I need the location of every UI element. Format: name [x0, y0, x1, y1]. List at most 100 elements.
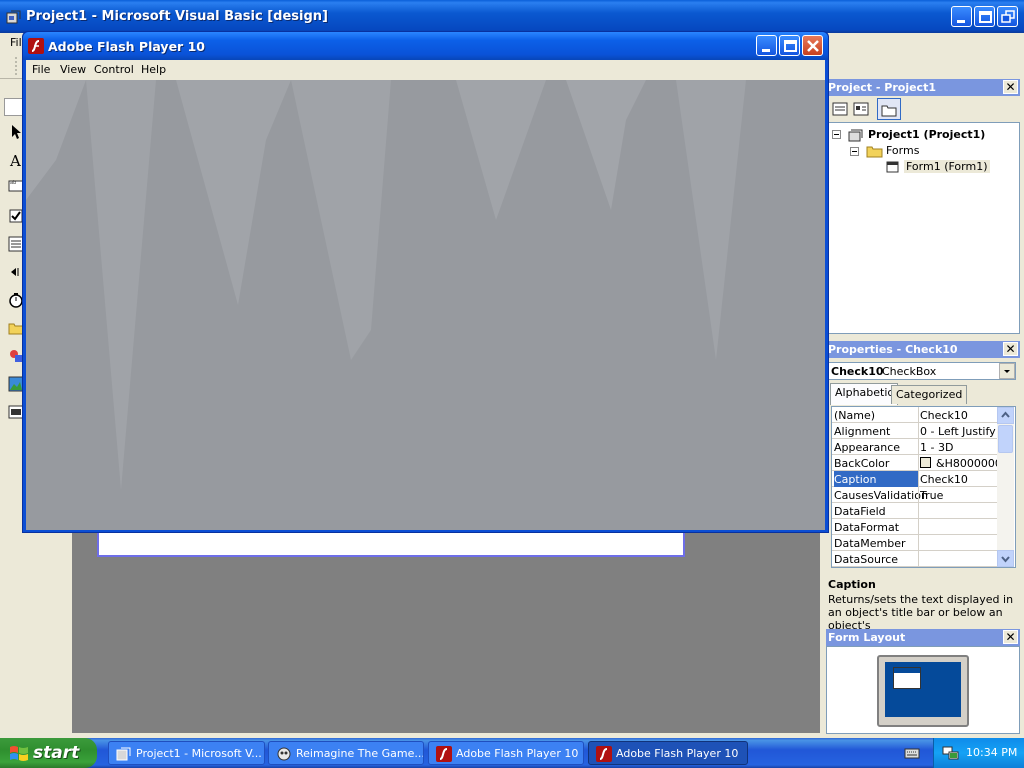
monitor-preview [877, 655, 969, 727]
property-separator [918, 439, 919, 455]
property-value[interactable]: 1 - 3D [920, 441, 998, 454]
vb-title-bar[interactable]: Project1 - Microsoft Visual Basic [desig… [0, 0, 1024, 33]
property-row[interactable]: Alignment 0 - Left Justify [832, 423, 998, 439]
flash-player-icon [28, 38, 44, 54]
property-row[interactable]: BackColor&H8000000F [832, 455, 998, 471]
arrow-down-icon [1001, 556, 1010, 563]
network-icon[interactable] [942, 745, 960, 761]
tree-project-root[interactable]: Project1 (Project1) [868, 128, 985, 141]
scroll-up-button[interactable] [997, 407, 1014, 424]
property-separator [918, 519, 919, 535]
object-selector-dropdown[interactable] [999, 363, 1015, 379]
object-type: CheckBox [882, 365, 937, 378]
task-label: Adobe Flash Player 10 [616, 747, 739, 760]
property-row[interactable]: CausesValidation True [832, 487, 998, 503]
property-row[interactable]: Appearance 1 - 3D [832, 439, 998, 455]
properties-scrollbar[interactable] [997, 407, 1014, 567]
property-row[interactable]: (Name) Check10 [832, 407, 998, 423]
scroll-down-button[interactable] [997, 550, 1014, 567]
task-label: Reimagine The Game.... [296, 747, 424, 760]
form1-layout-preview[interactable] [893, 667, 921, 689]
color-swatch [920, 457, 931, 468]
property-name: Appearance [834, 441, 901, 454]
property-value[interactable]: 0 - Left Justify [920, 425, 998, 438]
flash-minimize-button[interactable] [756, 35, 777, 56]
collapse-icon[interactable] [850, 147, 859, 156]
project-pane-close-button[interactable]: ✕ [1003, 80, 1018, 94]
property-row[interactable]: Caption Check10 [832, 471, 998, 487]
task-flash-player-1[interactable]: Adobe Flash Player 10 [428, 741, 584, 765]
property-value[interactable]: Check10 [920, 473, 998, 486]
tab-categorized[interactable]: Categorized [891, 385, 968, 404]
clock[interactable]: 10:34 PM [966, 746, 1017, 759]
flash-player-icon [436, 746, 452, 762]
property-row[interactable]: DataFormat [832, 519, 998, 535]
game-app-icon [277, 747, 291, 761]
restore-icon [1001, 10, 1015, 23]
property-name: (Name) [834, 409, 876, 422]
forms-folder-icon [866, 146, 883, 158]
property-name: DataField [834, 505, 886, 518]
property-separator [918, 487, 919, 503]
property-value[interactable]: &H8000000F [920, 457, 998, 470]
taskbar: start Project1 - Microsoft V... Reimagin… [0, 738, 1024, 768]
tree-forms-folder[interactable]: Forms [886, 144, 919, 157]
toolbar-grip-icon [15, 57, 17, 75]
property-value[interactable]: True [920, 489, 998, 502]
flash-menu-view[interactable]: View [60, 63, 86, 76]
form-layout-pane-close-button[interactable]: ✕ [1003, 630, 1018, 644]
start-button[interactable]: start [0, 738, 97, 768]
property-separator [918, 423, 919, 439]
view-object-icon[interactable] [853, 101, 869, 117]
flash-maximize-button[interactable] [779, 35, 800, 56]
flash-menu-help[interactable]: Help [141, 63, 166, 76]
monitor-screen [885, 662, 961, 717]
tab-alphabetic[interactable]: Alphabetic [830, 383, 899, 405]
collapse-icon[interactable] [832, 130, 841, 139]
task-vb-project[interactable]: Project1 - Microsoft V... [108, 741, 265, 765]
tree-form1[interactable]: Form1 (Form1) [904, 160, 990, 173]
arrow-up-icon [1001, 411, 1010, 418]
vb-minimize-button[interactable] [951, 6, 972, 27]
task-flash-player-2[interactable]: Adobe Flash Player 10 [588, 741, 748, 765]
folder-icon [881, 105, 897, 117]
property-value-text: &H8000000F [936, 457, 998, 470]
windows-logo-icon [10, 746, 28, 761]
property-separator [918, 407, 919, 423]
toggle-folders-button[interactable] [877, 98, 901, 120]
property-name: DataFormat [834, 521, 900, 534]
form-icon [886, 161, 899, 173]
scroll-thumb[interactable] [998, 425, 1013, 453]
flash-menu-file[interactable]: File [32, 63, 50, 76]
form-preview-titlebar [894, 668, 920, 673]
property-value[interactable]: Check10 [920, 409, 998, 422]
property-name: DataSource [834, 553, 899, 566]
maximize-icon [784, 40, 797, 52]
object-selector[interactable]: Check10 CheckBox [828, 362, 1016, 380]
svg-text:A: A [9, 152, 21, 168]
view-code-icon[interactable] [832, 101, 848, 117]
property-row[interactable]: DataField [832, 503, 998, 519]
task-reimagine-game[interactable]: Reimagine The Game.... [268, 741, 424, 765]
vb-restore-button[interactable] [997, 6, 1018, 27]
flash-title-bar[interactable]: Adobe Flash Player 10 [23, 32, 828, 60]
property-name: DataMember [834, 537, 906, 550]
property-description: Caption Returns/sets the text displayed … [826, 575, 1020, 632]
form1-designer[interactable] [97, 530, 685, 557]
project-pane-title: Project - Project1 ✕ [826, 79, 1020, 96]
properties-pane-close-button[interactable]: ✕ [1003, 342, 1018, 356]
flash-menu-control[interactable]: Control [94, 63, 134, 76]
flash-close-button[interactable] [802, 35, 823, 56]
keyboard-icon[interactable] [904, 746, 920, 760]
project-toolbar [826, 97, 1020, 121]
object-name: Check10 [831, 365, 884, 378]
flash-stage[interactable] [26, 80, 825, 530]
chevron-down-icon [1004, 370, 1010, 373]
property-description-title: Caption [828, 578, 876, 591]
property-separator [918, 551, 919, 567]
flash-player-icon [596, 746, 612, 762]
task-label: Project1 - Microsoft V... [136, 747, 262, 760]
property-row[interactable]: DataMember [832, 535, 998, 551]
vb-maximize-button[interactable] [974, 6, 995, 27]
property-row[interactable]: DataSource [832, 551, 998, 567]
